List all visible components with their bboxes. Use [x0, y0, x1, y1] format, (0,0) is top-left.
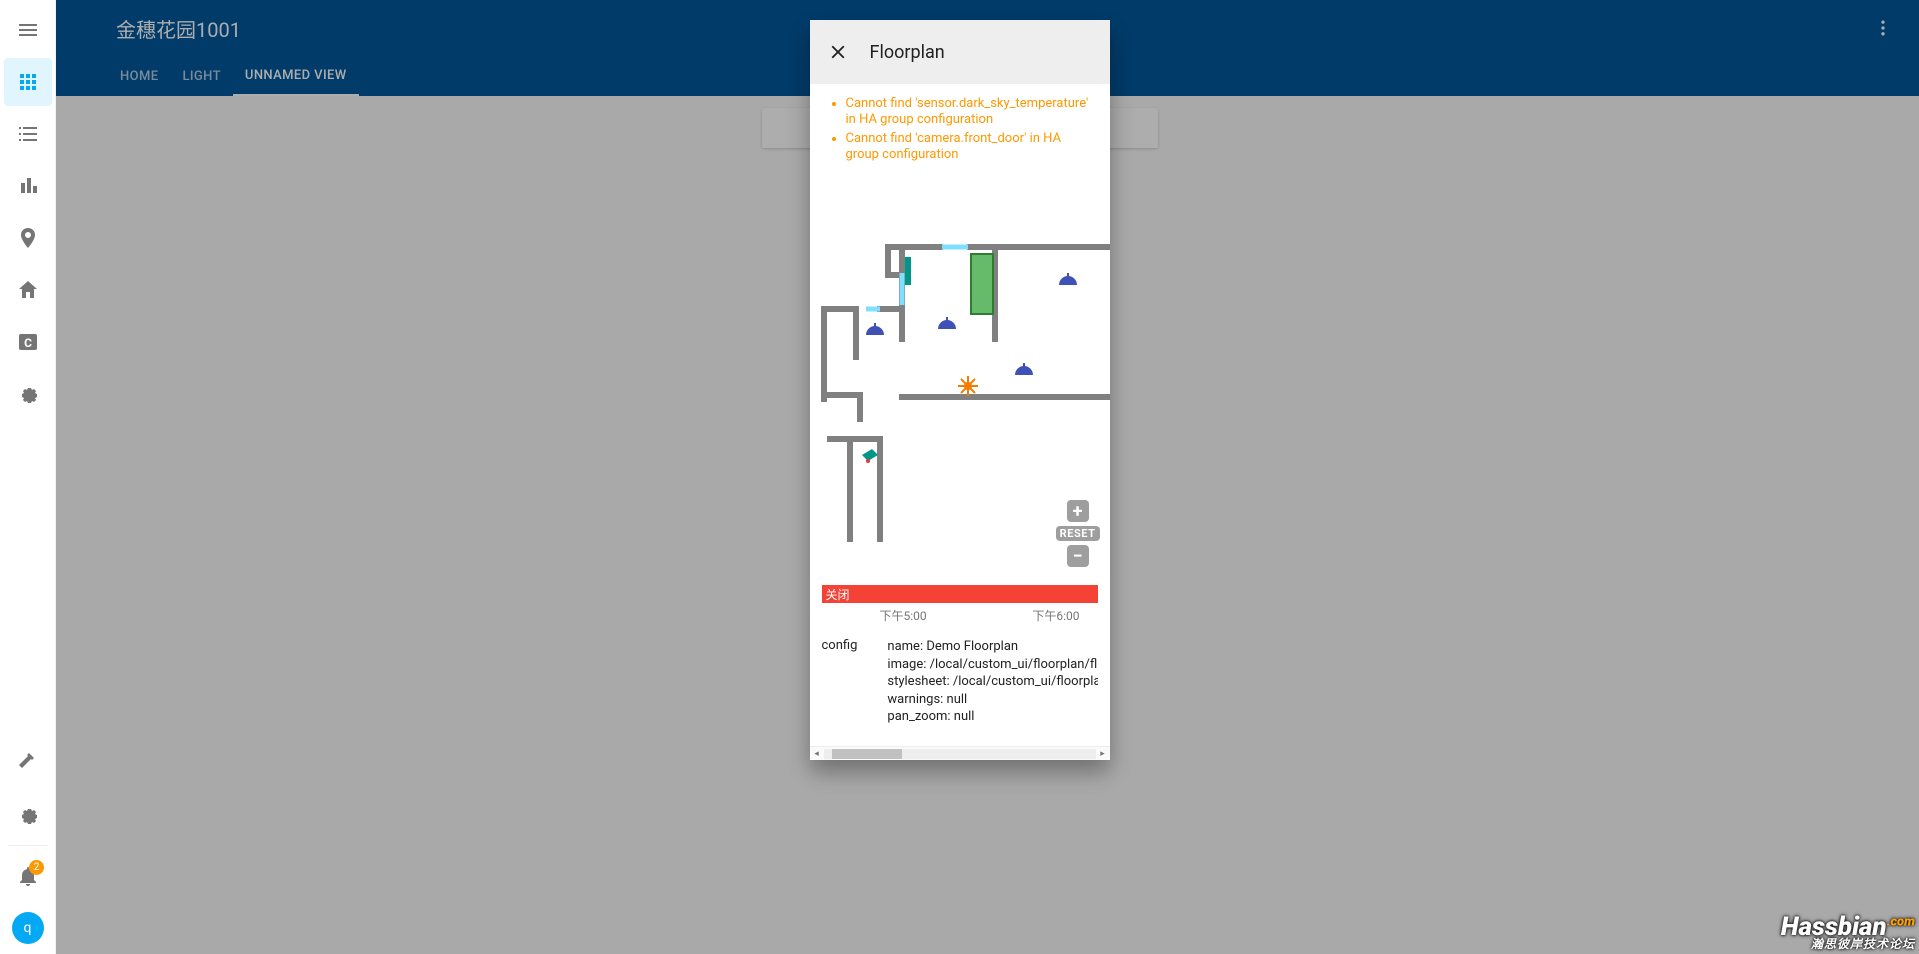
sidebar-item-config-c[interactable]: C	[4, 318, 52, 366]
sidebar-item-hass[interactable]	[4, 266, 52, 314]
list-icon	[16, 122, 40, 146]
svg-text:C: C	[24, 336, 32, 350]
zoom-out-button[interactable]: −	[1067, 545, 1089, 567]
zoom-reset-button[interactable]: RESET	[1056, 526, 1100, 541]
hamburger-menu[interactable]	[4, 6, 52, 54]
gear-icon	[16, 382, 40, 406]
dialog-close-button[interactable]	[826, 40, 850, 64]
warning-list: Cannot find 'sensor.dark_sky_temperature…	[810, 84, 1110, 169]
map-marker-icon	[16, 226, 40, 250]
sidebar-item-logbook[interactable]	[4, 110, 52, 158]
sidebar-item-overview[interactable]	[4, 58, 52, 106]
gear-icon	[16, 803, 40, 827]
sidebar-item-history[interactable]	[4, 162, 52, 210]
config-block: config name: Demo Floorplan image: /loca…	[810, 624, 1110, 732]
config-line: image: /local/custom_ui/floorplan/fl	[887, 656, 1097, 674]
scroll-left-icon: ◂	[810, 749, 824, 759]
dialog-scroll-area[interactable]: Cannot find 'sensor.dark_sky_temperature…	[810, 84, 1110, 746]
chart-bar-icon	[16, 174, 40, 198]
config-values: name: Demo Floorplan image: /local/custo…	[887, 638, 1097, 726]
dialog-title: Floorplan	[870, 42, 945, 63]
history-tick: 下午5:00	[880, 607, 927, 624]
notification-badge: 2	[29, 860, 44, 875]
letter-c-icon: C	[16, 330, 40, 354]
history-state-bar: 关闭	[822, 585, 1098, 603]
sidebar-item-map[interactable]	[4, 214, 52, 262]
apps-icon	[16, 70, 40, 94]
config-line: name: Demo Floorplan	[887, 638, 1097, 656]
sidebar-item-settings-bottom[interactable]	[4, 791, 52, 839]
history-axis: 下午5:00 下午6:00	[822, 603, 1098, 624]
warning-item: Cannot find 'camera.front_door' in HA gr…	[846, 131, 1094, 164]
sidebar-rail: C 2 q	[0, 0, 56, 954]
hammer-icon	[16, 751, 40, 775]
menu-icon	[16, 18, 40, 42]
sidebar-item-notifications[interactable]: 2	[4, 852, 52, 900]
warning-item: Cannot find 'sensor.dark_sky_temperature…	[846, 96, 1094, 129]
home-icon	[16, 278, 40, 302]
dialog-body: Cannot find 'sensor.dark_sky_temperature…	[810, 84, 1110, 746]
close-icon	[827, 41, 849, 63]
avatar[interactable]: q	[12, 912, 44, 944]
config-line: pan_zoom: null	[887, 708, 1097, 726]
history-tick: 下午6:00	[1032, 607, 1079, 624]
zoom-controls: + RESET −	[1056, 500, 1100, 567]
config-line: warnings: null	[887, 691, 1097, 709]
floorplan-map[interactable]: + RESET −	[810, 179, 1110, 579]
dialog-horizontal-scrollbar[interactable]: ◂ ▸	[810, 746, 1110, 760]
history-state-label: 关闭	[826, 586, 850, 603]
zoom-in-button[interactable]: +	[1067, 500, 1089, 522]
dialog-header: Floorplan	[810, 20, 1110, 84]
sidebar-item-settings-a[interactable]	[4, 370, 52, 418]
floorplan-dialog: Floorplan Cannot find 'sensor.dark_sky_t…	[810, 20, 1110, 760]
history-strip: 关闭 下午5:00 下午6:00	[810, 579, 1110, 624]
config-key: config	[822, 638, 858, 726]
scroll-right-icon: ▸	[1096, 749, 1110, 759]
config-line: stylesheet: /local/custom_ui/floorpla	[887, 673, 1097, 691]
sidebar-item-devtools[interactable]	[4, 739, 52, 787]
